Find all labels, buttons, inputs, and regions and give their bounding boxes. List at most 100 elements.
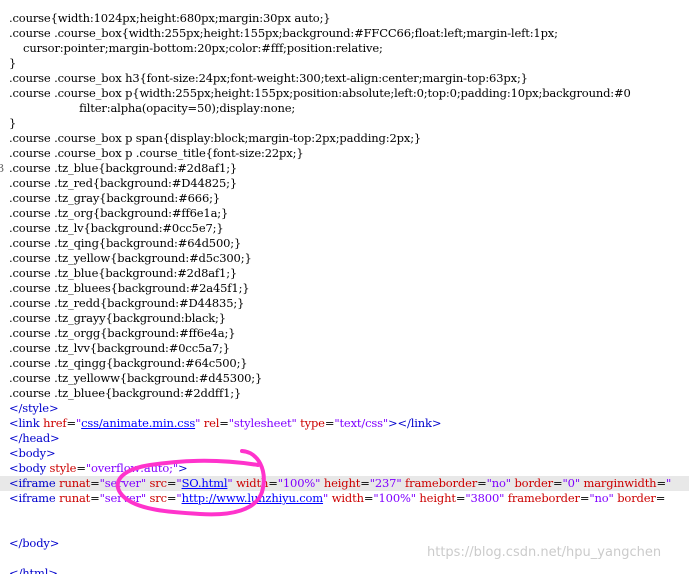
- code-token: .course .tz_gray{background:#666;}: [9, 191, 221, 205]
- code-token: =: [656, 476, 666, 490]
- code-token: }: [9, 56, 17, 70]
- code-token: "no": [486, 476, 515, 490]
- code-token: .course .tz_qingg{background:#64c500;}: [9, 356, 248, 370]
- code-token: </html>: [9, 566, 58, 574]
- code-token: .course .tz_blue{background:#2d8af1;}: [9, 161, 238, 175]
- code-text: .course .tz_red{background:#D44825;}: [9, 176, 237, 190]
- code-line[interactable]: .course .tz_yelloww{background:#d45300;}: [0, 371, 689, 386]
- code-token: .course .tz_yellow{background:#d5c300;}: [9, 251, 252, 265]
- code-link[interactable]: css/animate.min.css: [81, 416, 195, 430]
- code-text: .course .tz_bluee{background:#2ddff1;}: [9, 386, 241, 400]
- code-line[interactable]: .course .course_box h3{font-size:24px;fo…: [0, 71, 689, 86]
- code-token: "100%": [277, 476, 324, 490]
- code-editor[interactable]: .course{width:1024px;height:680px;margin…: [0, 0, 689, 574]
- code-token: }: [9, 116, 17, 130]
- code-line[interactable]: .course .tz_orgg{background:#ff6e4a;}: [0, 326, 689, 341]
- code-line[interactable]: .course .tz_gray{background:#666;}: [0, 191, 689, 206]
- code-token: "server": [99, 491, 150, 505]
- code-line[interactable]: .course .course_box p span{display:block…: [0, 131, 689, 146]
- code-line[interactable]: .course .tz_yellow{background:#d5c300;}: [0, 251, 689, 266]
- code-text: cursor:pointer;margin-bottom:20px;color:…: [9, 41, 383, 55]
- code-token: .course .tz_org{background:#ff6e1a;}: [9, 206, 229, 220]
- code-token: style: [49, 461, 77, 475]
- code-token: <link: [9, 416, 44, 430]
- code-line[interactable]: }: [0, 116, 689, 131]
- code-text: .course .tz_qing{background:#64d500;}: [9, 236, 241, 250]
- code-line[interactable]: <link href="css/animate.min.css" rel="st…: [0, 416, 689, 431]
- code-token: "overflow:auto;": [85, 461, 178, 475]
- code-line[interactable]: .course .tz_redd{background:#D44835;}: [0, 296, 689, 311]
- code-line[interactable]: .course .tz_bluees{background:#2a45f1;}: [0, 281, 689, 296]
- code-line[interactable]: </style>: [0, 401, 689, 416]
- code-text: .course .tz_lvv{background:#0cc5a7;}: [9, 341, 230, 355]
- code-text: .course .tz_blue{background:#2d8af1;}: [9, 266, 237, 280]
- code-text: .course .tz_gray{background:#666;}: [9, 191, 220, 205]
- code-token: type: [300, 416, 325, 430]
- code-token: width: [331, 491, 364, 505]
- code-line[interactable]: .course .tz_blue{background:#2d8af1;}: [0, 266, 689, 281]
- code-text: <body>: [9, 446, 56, 460]
- code-line[interactable]: .course .tz_qingg{background:#64c500;}: [0, 356, 689, 371]
- code-token: .course .tz_grayy{background:black;}: [9, 311, 226, 325]
- code-text: filter:alpha(opacity=50);display:none;: [9, 101, 295, 115]
- code-line[interactable]: <body>: [0, 446, 689, 461]
- code-token: =: [219, 416, 229, 430]
- code-line[interactable]: .course .tz_red{background:#D44825;}: [0, 176, 689, 191]
- code-token: .course .course_box h3{font-size:24px;fo…: [9, 71, 528, 85]
- code-token: =: [655, 491, 666, 505]
- code-line[interactable]: .course{width:1024px;height:680px;margin…: [0, 11, 689, 26]
- code-token: =: [90, 491, 100, 505]
- code-line[interactable]: .course .tz_lv{background:#0cc5e7;}: [0, 221, 689, 236]
- code-line[interactable]: </head>: [0, 431, 689, 446]
- code-token: <body: [9, 461, 50, 475]
- code-link[interactable]: http://www.lunzhiyu.com: [182, 491, 324, 505]
- code-token: frameborder: [507, 491, 580, 505]
- code-text: .course .tz_org{background:#ff6e1a;}: [9, 206, 228, 220]
- code-token: </head>: [9, 431, 60, 445]
- code-token: .course .tz_qing{background:#64d500;}: [9, 236, 242, 250]
- code-text: </html>: [9, 566, 58, 574]
- code-token: filter:alpha(opacity=50);display:none;: [9, 101, 296, 115]
- code-line[interactable]: 3 .course .tz_blue{background:#2d8af1;}: [0, 161, 689, 176]
- code-token: href: [43, 416, 67, 430]
- code-text: <iframe runat="server" src="SO.html" wid…: [9, 476, 671, 490]
- code-line[interactable]: <iframe runat="server" src="http://www.l…: [0, 491, 689, 506]
- code-line[interactable]: filter:alpha(opacity=50);display:none;: [0, 101, 689, 116]
- code-token: height: [419, 491, 456, 505]
- code-line[interactable]: cursor:pointer;margin-bottom:20px;color:…: [0, 41, 689, 56]
- code-token: ": [227, 476, 237, 490]
- code-token: <body>: [9, 446, 56, 460]
- code-text: .course .tz_grayy{background:black;}: [9, 311, 226, 325]
- code-text: <iframe runat="server" src="http://www.l…: [9, 491, 665, 505]
- code-link[interactable]: SO.html: [182, 476, 228, 490]
- code-token: .course .tz_yelloww{background:#d45300;}: [9, 371, 263, 385]
- code-token: =: [76, 461, 86, 475]
- code-line[interactable]: </html>: [0, 566, 689, 574]
- code-line[interactable]: .course .course_box p .course_title{font…: [0, 146, 689, 161]
- code-line[interactable]: .course .tz_grayy{background:black;}: [0, 311, 689, 326]
- code-line[interactable]: .course .tz_org{background:#ff6e1a;}: [0, 206, 689, 221]
- code-line[interactable]: [0, 506, 689, 521]
- code-token: <iframe: [9, 476, 60, 490]
- code-line[interactable]: [0, 521, 689, 536]
- code-token: src: [149, 476, 168, 490]
- code-text: .course .tz_yelloww{background:#d45300;}: [9, 371, 262, 385]
- code-token: frameborder: [405, 476, 478, 490]
- code-text: .course .tz_blue{background:#2d8af1;}: [9, 161, 237, 175]
- code-line[interactable]: <body style="overflow:auto;">: [0, 461, 689, 476]
- code-line[interactable]: }: [0, 56, 689, 71]
- code-token: "0": [562, 476, 584, 490]
- code-line[interactable]: .course .course_box p{width:255px;height…: [0, 86, 689, 101]
- code-token: .course .tz_blue{background:#2d8af1;}: [9, 266, 238, 280]
- code-token: .course .tz_bluee{background:#2ddff1;}: [9, 386, 242, 400]
- code-text: </body>: [9, 536, 59, 550]
- code-line[interactable]: .course .tz_bluee{background:#2ddff1;}: [0, 386, 689, 401]
- code-line[interactable]: .course .tz_qing{background:#64d500;}: [0, 236, 689, 251]
- code-token: .course .tz_orgg{background:#ff6e4a;}: [9, 326, 236, 340]
- code-line[interactable]: .course .tz_lvv{background:#0cc5a7;}: [0, 341, 689, 356]
- code-token: =: [360, 476, 370, 490]
- code-line[interactable]: <iframe runat="server" src="SO.html" wid…: [0, 476, 689, 491]
- code-line[interactable]: .course .course_box{width:255px;height:1…: [0, 26, 689, 41]
- code-token: <iframe: [9, 491, 60, 505]
- code-token: =: [579, 491, 590, 505]
